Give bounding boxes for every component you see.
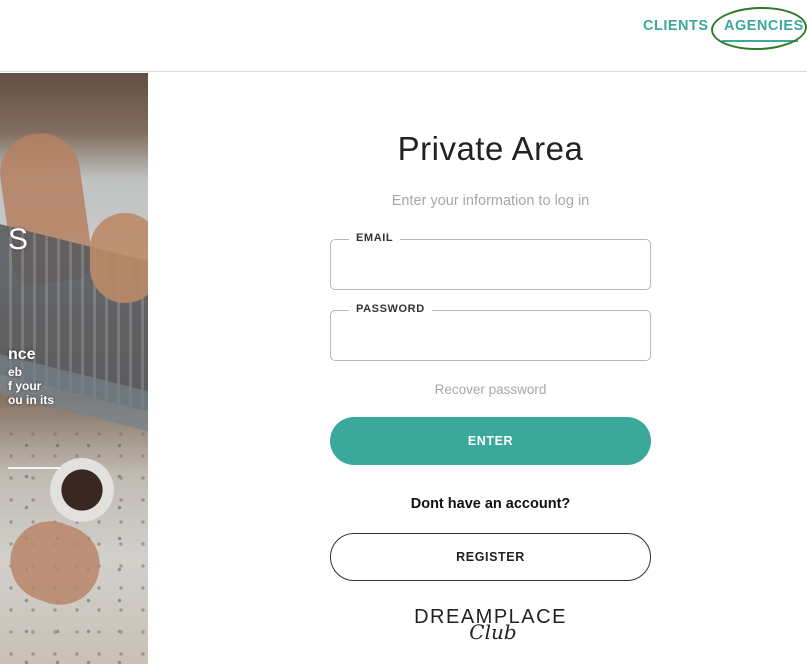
nav-agencies-link[interactable]: AGENCIES (724, 18, 804, 34)
brand-script: Club (469, 620, 517, 644)
panel-heading-fragment: S (8, 223, 29, 256)
hero-photo-panel: S nce eb f your ou in its (0, 73, 148, 664)
email-input[interactable] (345, 254, 636, 282)
page-subtitle: Enter your information to log in (391, 193, 590, 209)
password-label: PASSWORD (349, 303, 432, 315)
panel-divider (8, 467, 60, 469)
panel-text-line: ou in its (8, 393, 54, 407)
panel-text-line: nce (8, 346, 36, 363)
email-field[interactable]: EMAIL (330, 232, 651, 290)
photo-shade (0, 73, 148, 664)
password-field[interactable]: PASSWORD (330, 303, 651, 361)
page-title: Private Area (397, 130, 584, 167)
panel-text-line: f your (8, 379, 42, 393)
recover-password-link[interactable]: Recover password (330, 382, 651, 397)
email-label: EMAIL (349, 232, 401, 244)
register-button[interactable]: REGISTER (330, 533, 651, 581)
panel-text-line: eb (8, 365, 23, 379)
nav-clients-link[interactable]: CLIENTS (643, 18, 709, 34)
password-input[interactable] (345, 325, 636, 353)
brand-logo: DREAMPLACE Club (330, 606, 651, 642)
no-account-text: Dont have an account? (410, 496, 571, 512)
nav-active-underline (722, 40, 798, 42)
top-nav: CLIENTS AGENCIES (0, 0, 807, 72)
enter-button[interactable]: ENTER (330, 417, 651, 465)
